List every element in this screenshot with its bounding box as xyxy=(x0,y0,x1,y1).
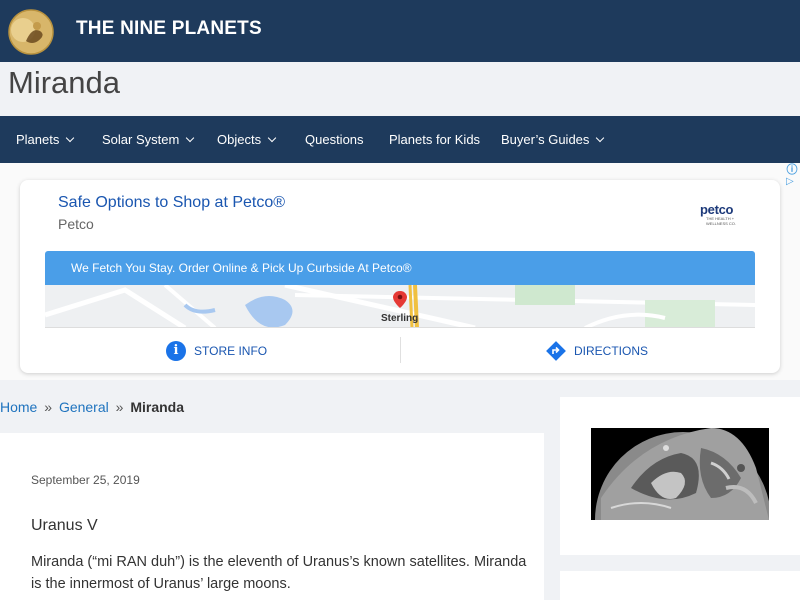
nav-item-label: Solar System xyxy=(102,132,180,147)
site-title[interactable]: THE NINE PLANETS xyxy=(76,18,262,40)
main-nav: Planets Solar System Objects Questions P… xyxy=(0,116,800,163)
nav-item-objects[interactable]: Objects xyxy=(217,116,277,163)
chevron-down-icon xyxy=(66,133,75,143)
info-icon: i xyxy=(166,341,186,361)
site-header: THE NINE PLANETS xyxy=(0,0,800,62)
page-title: Miranda xyxy=(8,65,120,100)
ad-advertiser: Petco xyxy=(58,216,94,232)
store-info-button[interactable]: i STORE INFO xyxy=(166,340,267,362)
nav-item-label: Planets xyxy=(16,132,60,147)
nav-item-questions[interactable]: Questions xyxy=(305,116,364,163)
post-subtitle: Uranus V xyxy=(31,517,98,534)
nav-item-planets[interactable]: Planets xyxy=(16,116,75,163)
post-body: Miranda (“mi RAN duh”) is the eleventh o… xyxy=(31,554,527,592)
chevron-down-icon xyxy=(267,133,277,143)
directions-icon xyxy=(546,341,566,361)
directions-label: DIRECTIONS xyxy=(574,344,649,358)
petco-logo[interactable]: petco THE HEALTH + WELLNESS CO. xyxy=(700,203,748,227)
map-label: Sterling xyxy=(381,313,419,324)
moon-logo-icon[interactable] xyxy=(8,9,54,55)
nav-item-solar-system[interactable]: Solar System xyxy=(102,116,195,163)
post-date: September 25, 2019 xyxy=(31,473,140,487)
nav-item-buyers-guides[interactable]: Buyer’s Guides xyxy=(501,116,605,163)
breadcrumb-separator: » xyxy=(44,399,53,415)
ad-choices-icon[interactable]: ⓘ xyxy=(784,163,800,177)
ad-divider xyxy=(400,337,401,363)
store-info-label: STORE INFO xyxy=(194,344,268,358)
page-title-band xyxy=(0,62,800,116)
ad-headline[interactable]: Safe Options to Shop at Petco® xyxy=(58,194,285,212)
breadcrumb-current: Miranda xyxy=(130,399,185,415)
chevron-down-icon xyxy=(186,133,195,143)
moon-photo xyxy=(591,428,769,520)
breadcrumb: Home » General » Miranda xyxy=(0,399,184,415)
directions-button[interactable]: DIRECTIONS xyxy=(546,340,648,362)
petco-logo-text: petco xyxy=(700,202,734,217)
sidebar-widget-secondary xyxy=(560,571,800,600)
petco-logo-tagline: THE HEALTH + WELLNESS CO. xyxy=(706,216,737,226)
chevron-down-icon xyxy=(596,133,605,143)
nav-item-label: Objects xyxy=(217,132,262,147)
nav-item-label: Questions xyxy=(305,132,364,147)
breadcrumb-home[interactable]: Home xyxy=(0,399,37,415)
nav-item-label: Planets for Kids xyxy=(389,132,481,147)
breadcrumb-category[interactable]: General xyxy=(59,399,109,415)
nav-item-label: Buyer’s Guides xyxy=(501,132,590,147)
ad-close-icon[interactable]: ▷ xyxy=(786,176,800,188)
breadcrumb-separator: » xyxy=(115,399,124,415)
ad-banner[interactable]: We Fetch You Stay. Order Online & Pick U… xyxy=(45,251,755,285)
miranda-moon-image[interactable] xyxy=(591,428,769,520)
nav-item-planets-for-kids[interactable]: Planets for Kids xyxy=(389,116,480,163)
